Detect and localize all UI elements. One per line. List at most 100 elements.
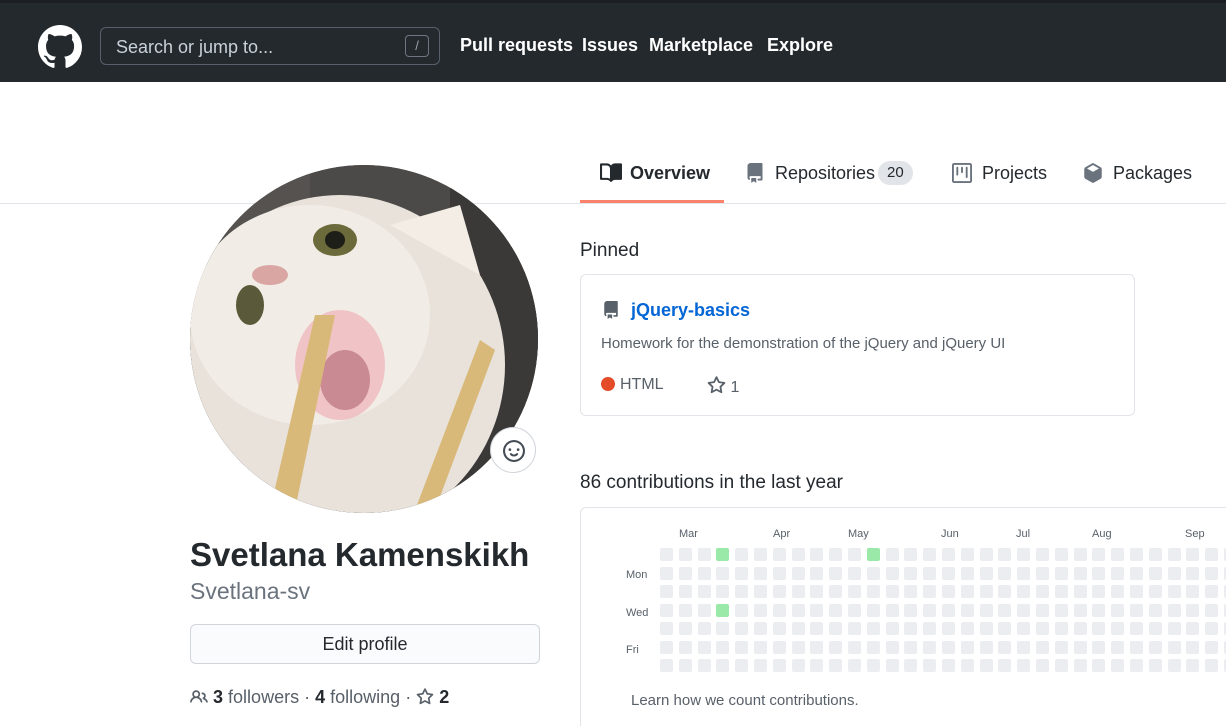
contribution-day-cell[interactable] xyxy=(848,585,861,598)
contribution-day-cell[interactable] xyxy=(923,603,937,617)
contribution-day-cell[interactable] xyxy=(1073,566,1087,580)
stars-link[interactable]: 2 xyxy=(416,687,449,707)
contribution-day-cell[interactable] xyxy=(979,566,993,580)
contribution-day-cell[interactable] xyxy=(1186,585,1200,598)
contribution-day-cell[interactable] xyxy=(866,585,880,598)
contribution-day-cell[interactable] xyxy=(754,640,767,654)
contribution-day-cell[interactable] xyxy=(678,548,692,561)
contribution-day-cell[interactable] xyxy=(979,585,993,598)
contribution-day-cell[interactable] xyxy=(754,585,767,598)
contribution-day-cell[interactable] xyxy=(1111,659,1125,672)
contribution-day-cell[interactable] xyxy=(1036,659,1049,672)
contribution-day-cell[interactable] xyxy=(1186,622,1200,635)
contribution-day-cell[interactable] xyxy=(1205,603,1219,617)
contribution-day-cell[interactable] xyxy=(960,640,974,654)
contribution-day-cell[interactable] xyxy=(810,622,824,635)
contribution-day-cell[interactable] xyxy=(942,585,955,598)
contribution-day-cell[interactable] xyxy=(866,640,880,654)
contribution-day-cell[interactable] xyxy=(904,622,918,635)
contribution-day-cell[interactable] xyxy=(1073,640,1087,654)
contribution-day-cell[interactable] xyxy=(678,622,692,635)
contribution-day-cell[interactable] xyxy=(904,603,918,617)
contribution-day-cell[interactable] xyxy=(697,622,711,635)
contribution-day-cell[interactable] xyxy=(1073,603,1087,617)
contribution-day-cell[interactable] xyxy=(829,659,843,672)
contribution-day-cell[interactable] xyxy=(848,566,861,580)
contribution-day-cell[interactable] xyxy=(885,548,899,561)
contribution-day-cell[interactable] xyxy=(1205,659,1219,672)
contribution-day-cell[interactable] xyxy=(979,548,993,561)
contribution-day-cell[interactable] xyxy=(791,622,805,635)
contribution-day-cell[interactable] xyxy=(1186,659,1200,672)
contribution-day-cell[interactable] xyxy=(1186,603,1200,617)
contribution-day-cell[interactable] xyxy=(772,603,786,617)
contribution-day-cell[interactable] xyxy=(716,659,730,672)
contribution-day-cell[interactable] xyxy=(791,548,805,561)
contribution-day-cell[interactable] xyxy=(904,566,918,580)
contribution-day-cell[interactable] xyxy=(1073,548,1087,561)
contribution-day-cell[interactable] xyxy=(1054,603,1068,617)
contribution-day-cell[interactable] xyxy=(772,622,786,635)
contribution-day-cell[interactable] xyxy=(791,659,805,672)
contribution-day-cell[interactable] xyxy=(866,659,880,672)
contribution-day-cell[interactable] xyxy=(829,566,843,580)
contribution-day-cell[interactable] xyxy=(979,603,993,617)
contribution-day-cell[interactable] xyxy=(1054,622,1068,635)
contribution-day-cell[interactable] xyxy=(772,548,786,561)
contribution-day-cell[interactable] xyxy=(791,566,805,580)
contribution-day-cell[interactable] xyxy=(735,659,749,672)
contribution-day-cell[interactable] xyxy=(1148,640,1162,654)
contribution-day-cell[interactable] xyxy=(998,585,1012,598)
contribution-day-cell[interactable] xyxy=(1148,622,1162,635)
contribution-day-cell[interactable] xyxy=(1092,640,1106,654)
contribution-day-cell[interactable] xyxy=(979,659,993,672)
tab-repositories[interactable]: Repositories 20 xyxy=(745,160,915,200)
contribution-day-cell[interactable] xyxy=(678,585,692,598)
contribution-day-cell[interactable] xyxy=(848,622,861,635)
contribution-day-cell[interactable] xyxy=(772,566,786,580)
contribution-day-cell[interactable] xyxy=(998,622,1012,635)
contribution-day-cell[interactable] xyxy=(735,548,749,561)
contribution-day-cell[interactable] xyxy=(791,585,805,598)
contribution-day-cell[interactable] xyxy=(1167,640,1181,654)
contribution-day-cell[interactable] xyxy=(848,640,861,654)
contribution-day-cell[interactable] xyxy=(1017,659,1031,672)
contribution-day-cell[interactable] xyxy=(1036,566,1049,580)
followers-link[interactable]: 3 followers xyxy=(213,687,299,707)
following-link[interactable]: 4 following xyxy=(315,687,400,707)
contribution-day-cell[interactable] xyxy=(960,585,974,598)
contribution-day-cell[interactable] xyxy=(1092,585,1106,598)
contribution-day-cell[interactable] xyxy=(1073,622,1087,635)
contribution-day-cell[interactable] xyxy=(754,566,767,580)
nav-pull-requests[interactable]: Pull requests xyxy=(460,35,573,56)
contribution-day-cell[interactable] xyxy=(735,566,749,580)
contribution-day-cell[interactable] xyxy=(942,640,955,654)
contribution-day-cell[interactable] xyxy=(866,603,880,617)
contribution-day-cell[interactable] xyxy=(998,566,1012,580)
nav-explore[interactable]: Explore xyxy=(767,35,833,56)
contribution-day-cell[interactable] xyxy=(660,622,673,635)
contribution-day-cell[interactable] xyxy=(1148,659,1162,672)
contribution-day-cell[interactable] xyxy=(660,640,673,654)
contribution-day-cell[interactable] xyxy=(1054,640,1068,654)
contribution-day-cell[interactable] xyxy=(960,603,974,617)
contribution-day-cell[interactable] xyxy=(998,548,1012,561)
contribution-day-cell[interactable] xyxy=(678,640,692,654)
contribution-day-cell[interactable] xyxy=(998,640,1012,654)
contribution-day-cell[interactable] xyxy=(1054,548,1068,561)
contribution-day-cell[interactable] xyxy=(866,548,880,561)
contribution-day-cell[interactable] xyxy=(848,659,861,672)
contribution-day-cell[interactable] xyxy=(998,659,1012,672)
contribution-day-cell[interactable] xyxy=(1111,585,1125,598)
contribution-day-cell[interactable] xyxy=(923,622,937,635)
contribution-day-cell[interactable] xyxy=(678,603,692,617)
contribution-day-cell[interactable] xyxy=(1186,640,1200,654)
contribution-day-cell[interactable] xyxy=(998,603,1012,617)
contribution-day-cell[interactable] xyxy=(660,548,673,561)
contribution-day-cell[interactable] xyxy=(1130,585,1143,598)
contribution-day-cell[interactable] xyxy=(1054,659,1068,672)
tab-packages[interactable]: Packages xyxy=(1083,160,1193,200)
contribution-day-cell[interactable] xyxy=(1017,585,1031,598)
contribution-day-cell[interactable] xyxy=(660,659,673,672)
contribution-day-cell[interactable] xyxy=(1130,659,1143,672)
